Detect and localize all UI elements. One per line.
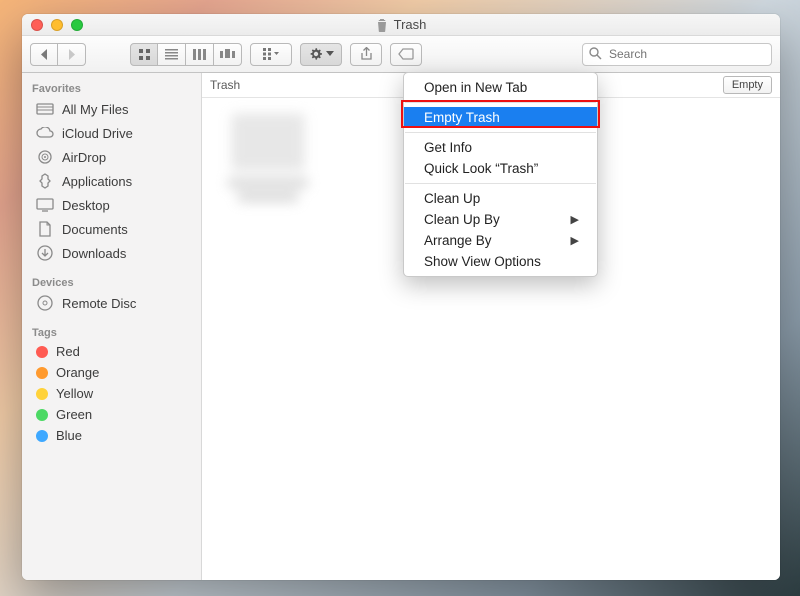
action-group xyxy=(300,43,342,66)
sidebar-item-icloud-drive[interactable]: iCloud Drive xyxy=(22,121,201,145)
search-icon xyxy=(589,47,602,60)
window-title-text: Trash xyxy=(394,17,427,32)
sidebar-item-applications[interactable]: Applications xyxy=(22,169,201,193)
sidebar-tag-red[interactable]: Red xyxy=(22,341,201,362)
sidebar-tag-orange[interactable]: Orange xyxy=(22,362,201,383)
sidebar-header-favorites: Favorites xyxy=(22,79,201,97)
tag-dot-icon xyxy=(36,430,48,442)
sidebar-item-desktop[interactable]: Desktop xyxy=(22,193,201,217)
list-view-button[interactable] xyxy=(158,43,186,66)
window-body: Favorites All My Files iCloud Drive AirD… xyxy=(22,73,780,580)
action-gear-button[interactable] xyxy=(300,43,342,66)
tag-dot-icon xyxy=(36,388,48,400)
sidebar: Favorites All My Files iCloud Drive AirD… xyxy=(22,73,202,580)
applications-icon xyxy=(36,172,54,190)
forward-button[interactable] xyxy=(58,43,86,66)
zoom-window-button[interactable] xyxy=(71,19,83,31)
search-input[interactable] xyxy=(582,43,772,66)
menu-separator xyxy=(405,132,596,133)
menu-separator xyxy=(405,102,596,103)
sidebar-tag-yellow[interactable]: Yellow xyxy=(22,383,201,404)
titlebar[interactable]: Trash xyxy=(22,14,780,36)
tag-dot-icon xyxy=(36,367,48,379)
view-mode-buttons xyxy=(130,43,242,66)
tag-dot-icon xyxy=(36,346,48,358)
edit-tags-button[interactable] xyxy=(390,43,422,66)
cloud-icon xyxy=(36,124,54,142)
menu-clean-up[interactable]: Clean Up xyxy=(404,188,597,209)
sidebar-header-devices: Devices xyxy=(22,273,201,291)
tags-group xyxy=(390,43,422,66)
menu-open-new-tab[interactable]: Open in New Tab xyxy=(404,77,597,98)
sidebar-item-downloads[interactable]: Downloads xyxy=(22,241,201,265)
minimize-window-button[interactable] xyxy=(51,19,63,31)
share-group xyxy=(350,43,382,66)
file-item[interactable] xyxy=(218,114,318,224)
window-title: Trash xyxy=(22,17,780,32)
airdrop-icon xyxy=(36,148,54,166)
downloads-icon xyxy=(36,244,54,262)
search-field[interactable] xyxy=(582,43,772,66)
back-button[interactable] xyxy=(30,43,58,66)
sidebar-tag-green[interactable]: Green xyxy=(22,404,201,425)
menu-separator xyxy=(405,183,596,184)
menu-get-info[interactable]: Get Info xyxy=(404,137,597,158)
menu-quick-look[interactable]: Quick Look “Trash” xyxy=(404,158,597,179)
menu-show-view-options[interactable]: Show View Options xyxy=(404,251,597,272)
column-view-button[interactable] xyxy=(186,43,214,66)
sidebar-item-documents[interactable]: Documents xyxy=(22,217,201,241)
sidebar-header-tags: Tags xyxy=(22,323,201,341)
trash-icon xyxy=(376,18,388,32)
submenu-arrow-icon: ▶ xyxy=(571,234,579,247)
sidebar-item-remote-disc[interactable]: Remote Disc xyxy=(22,291,201,315)
sidebar-item-all-my-files[interactable]: All My Files xyxy=(22,97,201,121)
action-menu: Open in New Tab Empty Trash Get Info Qui… xyxy=(403,72,598,277)
documents-icon xyxy=(36,220,54,238)
desktop-icon xyxy=(36,196,54,214)
menu-arrange-by[interactable]: Arrange By▶ xyxy=(404,230,597,251)
all-my-files-icon xyxy=(36,100,54,118)
empty-trash-button[interactable]: Empty xyxy=(723,76,772,94)
disc-icon xyxy=(36,294,54,312)
share-button[interactable] xyxy=(350,43,382,66)
sidebar-item-airdrop[interactable]: AirDrop xyxy=(22,145,201,169)
sidebar-tag-blue[interactable]: Blue xyxy=(22,425,201,446)
finder-window: Trash xyxy=(22,14,780,580)
location-label: Trash xyxy=(210,78,240,92)
menu-empty-trash[interactable]: Empty Trash xyxy=(404,107,597,128)
coverflow-view-button[interactable] xyxy=(214,43,242,66)
toolbar xyxy=(22,36,780,73)
close-window-button[interactable] xyxy=(31,19,43,31)
menu-clean-up-by[interactable]: Clean Up By▶ xyxy=(404,209,597,230)
arrange-group xyxy=(250,43,292,66)
icon-view-button[interactable] xyxy=(130,43,158,66)
nav-buttons xyxy=(30,43,86,66)
window-controls xyxy=(22,19,83,31)
arrange-button[interactable] xyxy=(250,43,292,66)
submenu-arrow-icon: ▶ xyxy=(571,213,579,226)
tag-dot-icon xyxy=(36,409,48,421)
